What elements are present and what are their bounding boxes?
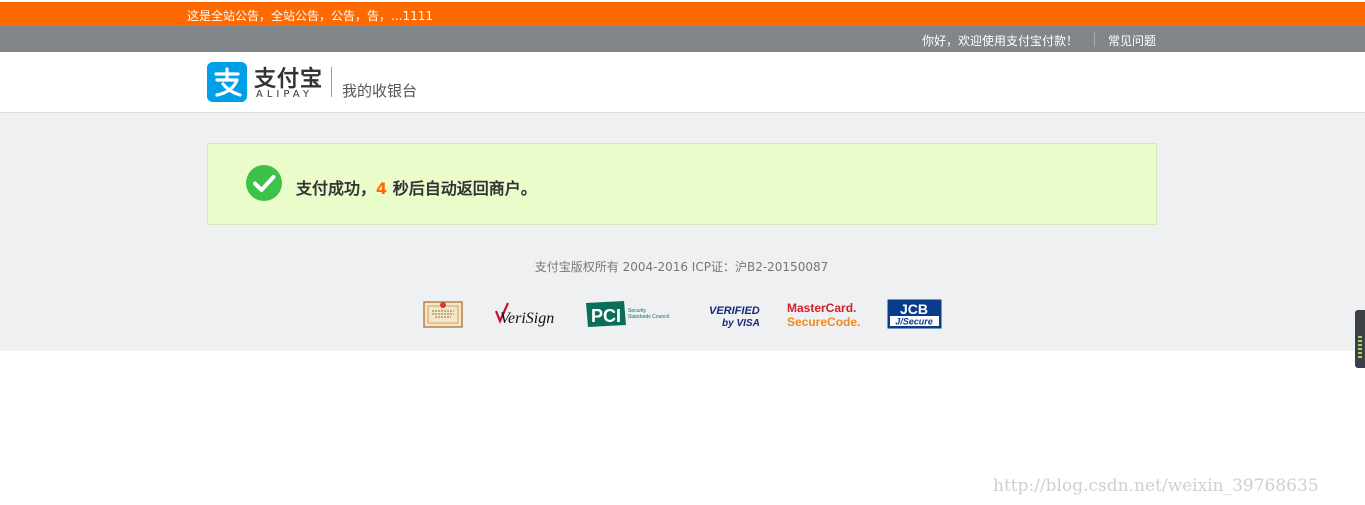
svg-text:Standards Council: Standards Council <box>628 314 669 320</box>
countdown-seconds: 4 <box>376 179 388 198</box>
copyright-label: 支付宝版权所有 2004-2016 ICP证：沪B2-20150087 <box>534 260 829 274</box>
certificate-badge-icon[interactable] <box>423 299 463 331</box>
success-prefix: 支付成功， <box>296 179 377 198</box>
verisign-label: VeriSign <box>500 310 554 327</box>
pci-badge-icon[interactable]: PCI Security Standards Council <box>584 299 680 331</box>
nav-divider <box>1094 32 1095 47</box>
watermark-text: http://blog.csdn.net/weixin_39768635 <box>993 476 1319 496</box>
mastercard-line1: MasterCard. <box>787 301 856 315</box>
mastercard-securecode-icon[interactable]: MasterCard. SecureCode. <box>786 299 860 331</box>
visa-line1: VERIFIED <box>709 305 760 317</box>
alipay-logo-icon[interactable] <box>207 62 247 102</box>
verisign-badge-icon[interactable]: VeriSign <box>492 299 556 331</box>
main-content: 支付成功，4 秒后自动返回商户。 支付宝版权所有 2004-2016 ICP证：… <box>0 113 1365 351</box>
page-title: 我的收银台 <box>342 82 418 100</box>
payment-success-panel: 支付成功，4 秒后自动返回商户。 <box>207 143 1157 225</box>
security-badges: VeriSign PCI Security Standards Council … <box>0 299 1365 331</box>
header-divider <box>331 67 332 97</box>
verified-by-visa-icon[interactable]: VERIFIED by VISA <box>708 299 760 331</box>
jcb-line1: JCB <box>900 301 928 317</box>
top-nav: 你好，欢迎使用支付宝付款！ 常见问题 <box>0 26 1365 52</box>
mastercard-line2: SecureCode. <box>787 315 860 329</box>
success-suffix: 秒后自动返回商户。 <box>387 179 537 198</box>
announcement-bar: 这是全站公告，全站公告，公告，告，...1111 <box>0 2 1365 26</box>
jcb-jsecure-icon[interactable]: JCB J/Secure <box>887 299 943 331</box>
visa-line2: by VISA <box>722 318 760 329</box>
welcome-text: 你好，欢迎使用支付宝付款！ <box>922 34 1079 48</box>
announcement-text: 这是全站公告，全站公告，公告，告，...1111 <box>187 9 433 23</box>
success-message: 支付成功，4 秒后自动返回商户。 <box>296 175 537 199</box>
copyright-text: 支付宝版权所有 2004-2016 ICP证：沪B2-20150087 <box>0 258 1365 275</box>
jcb-line2: J/Secure <box>895 317 933 327</box>
check-circle-icon <box>246 165 282 201</box>
side-scroll-handle[interactable] <box>1355 310 1365 368</box>
logo-subtitle: ALIPAY <box>256 89 313 100</box>
pci-label: PCI <box>591 306 621 326</box>
faq-link[interactable]: 常见问题 <box>1108 32 1156 49</box>
page: 这是全站公告，全站公告，公告，告，...1111 你好，欢迎使用支付宝付款！ 常… <box>0 0 1365 505</box>
header: 支付宝 ALIPAY 我的收银台 <box>0 52 1365 113</box>
